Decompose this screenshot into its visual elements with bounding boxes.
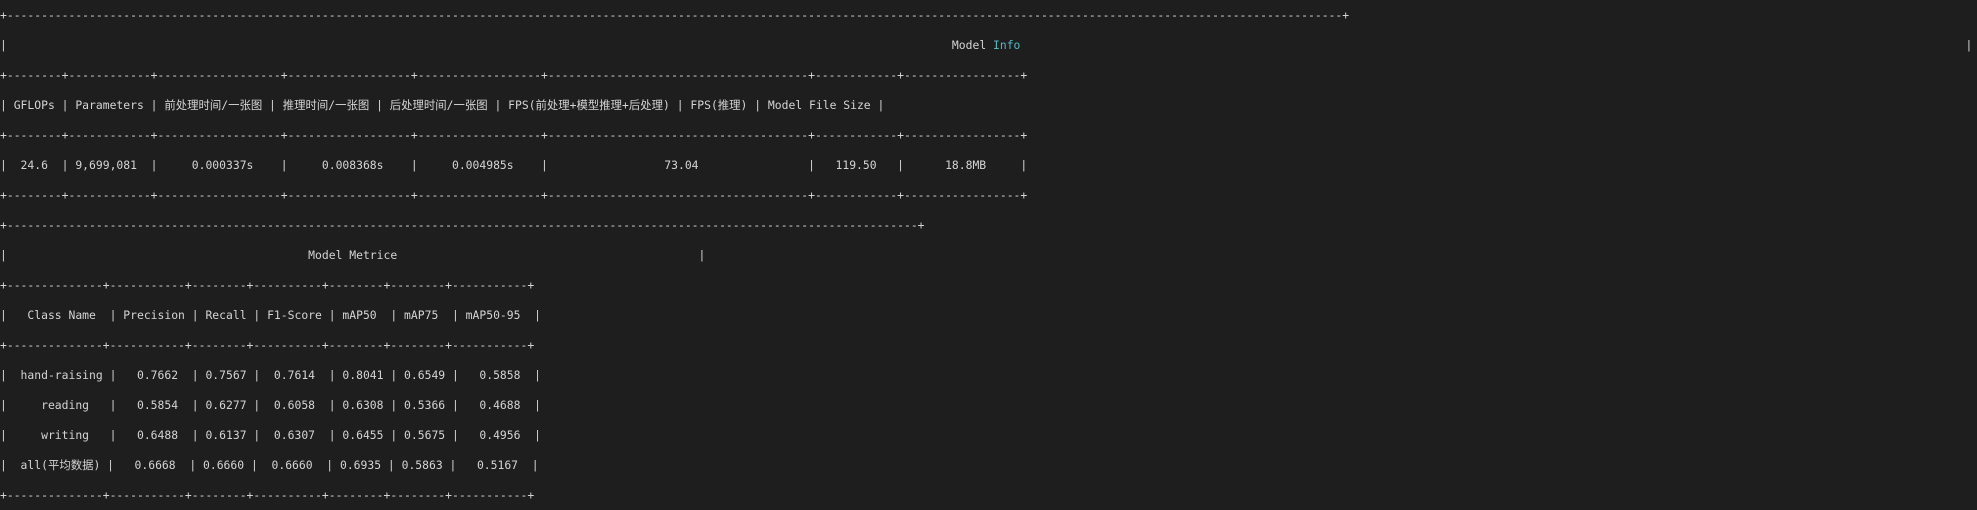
terminal-line: +---------------------------------------… — [0, 0, 1977, 30]
terminal-text: +--------------+-----------+--------+---… — [0, 488, 535, 502]
terminal-line: +--------+------------+-----------------… — [0, 60, 1977, 90]
terminal-text: | hand-raising | 0.7662 | 0.7567 | 0.761… — [0, 368, 542, 382]
terminal-line: | GFLOPs | Parameters | 前处理时间/一张图 | 推理时间… — [0, 90, 1977, 120]
terminal-line: | reading | 0.5854 | 0.6277 | 0.6058 | 0… — [0, 390, 1977, 420]
terminal-line: +--------------+-----------+--------+---… — [0, 480, 1977, 510]
terminal-line: | writing | 0.6488 | 0.6137 | 0.6307 | 0… — [0, 420, 1977, 450]
terminal-text: | all(平均数据) | 0.6668 | 0.6660 | 0.6660 |… — [0, 458, 539, 472]
terminal-text: | Model Metrice | — [0, 248, 706, 262]
terminal-text: +--------------+-----------+--------+---… — [0, 278, 535, 292]
terminal-line: | hand-raising | 0.7662 | 0.7567 | 0.761… — [0, 360, 1977, 390]
terminal-line: | Model Metrice | — [0, 240, 1977, 270]
terminal-line: +--------------+-----------+--------+---… — [0, 270, 1977, 300]
terminal-text: +--------+------------+-----------------… — [0, 188, 1028, 202]
terminal-line: +--------+------------+-----------------… — [0, 180, 1977, 210]
terminal-text: Info — [993, 38, 1021, 52]
terminal-text: | 24.6 | 9,699,081 | 0.000337s | 0.00836… — [0, 158, 1028, 172]
terminal-line: | all(平均数据) | 0.6668 | 0.6660 | 0.6660 |… — [0, 450, 1977, 480]
terminal-text: | — [0, 38, 952, 52]
terminal-line: +---------------------------------------… — [0, 210, 1977, 240]
terminal-text: +--------------+-----------+--------+---… — [0, 338, 535, 352]
terminal-text: Model — [951, 38, 994, 52]
terminal-output: +---------------------------------------… — [0, 0, 1977, 510]
terminal-text: | Class Name | Precision | Recall | F1-S… — [0, 308, 542, 322]
terminal-text: +--------+------------+-----------------… — [0, 68, 1028, 82]
terminal-line: | Class Name | Precision | Recall | F1-S… — [0, 300, 1977, 330]
terminal-text: +---------------------------------------… — [0, 218, 925, 232]
terminal-text: | writing | 0.6488 | 0.6137 | 0.6307 | 0… — [0, 428, 542, 442]
terminal-text: | GFLOPs | Parameters | 前处理时间/一张图 | 推理时间… — [0, 98, 885, 112]
terminal-line: | 24.6 | 9,699,081 | 0.000337s | 0.00836… — [0, 150, 1977, 180]
terminal-text: | reading | 0.5854 | 0.6277 | 0.6058 | 0… — [0, 398, 542, 412]
terminal-line: | Model Info | — [0, 30, 1977, 60]
terminal-text: | — [1020, 38, 1973, 52]
terminal-window[interactable]: +---------------------------------------… — [0, 0, 1977, 502]
terminal-line: +--------+------------+-----------------… — [0, 120, 1977, 150]
terminal-text: +---------------------------------------… — [0, 8, 1350, 22]
terminal-line: +--------------+-----------+--------+---… — [0, 330, 1977, 360]
terminal-text: +--------+------------+-----------------… — [0, 128, 1028, 142]
